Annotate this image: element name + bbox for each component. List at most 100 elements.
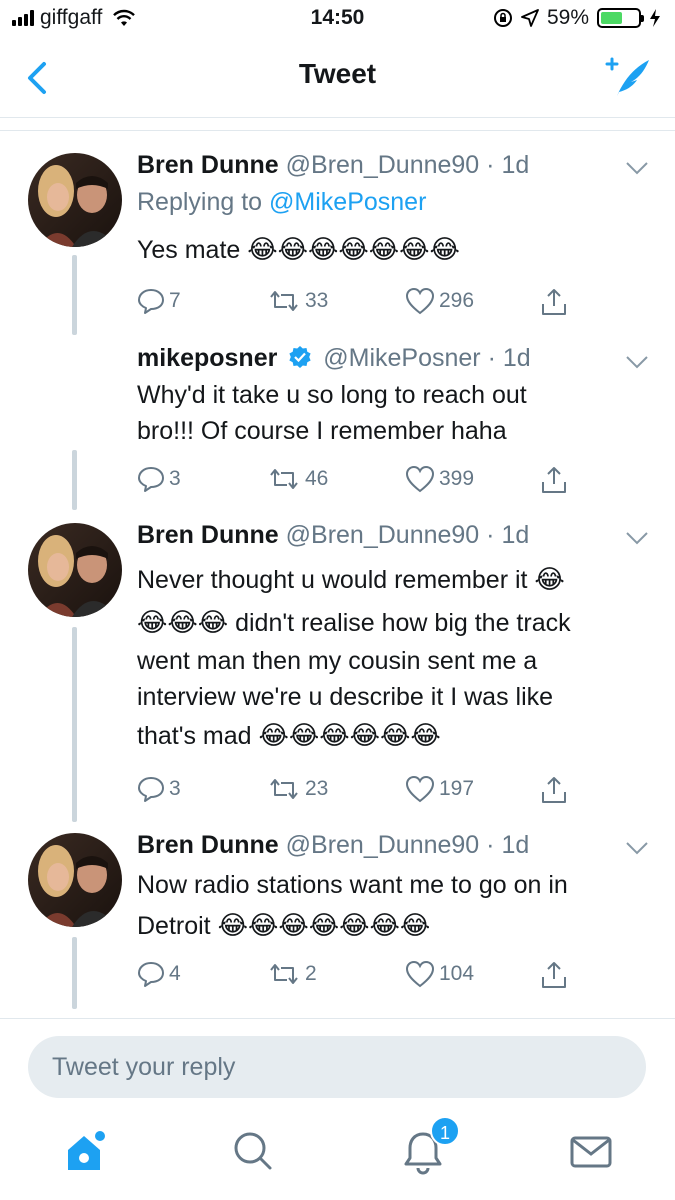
reply-count: 4 — [169, 962, 181, 985]
share-icon — [542, 467, 566, 493]
tweet-header: Bren Dunne @Bren_Dunne90 · 1d — [137, 151, 529, 180]
chevron-down-icon[interactable] — [625, 531, 649, 545]
like-button[interactable]: 399 — [405, 465, 474, 493]
replying-to: Replying to @MikePosner — [137, 188, 426, 217]
reply-icon — [138, 777, 164, 802]
tweet-header: Bren Dunne @Bren_Dunne90 · 1d — [137, 831, 529, 860]
divider — [0, 1018, 675, 1019]
battery-level — [601, 12, 623, 24]
avatar[interactable] — [28, 153, 122, 247]
retweet-count: 2 — [305, 962, 317, 985]
tweet-time: · 1d — [486, 521, 530, 549]
reply-icon — [138, 962, 164, 987]
like-button[interactable]: 104 — [405, 960, 474, 988]
user-handle[interactable]: @Bren_Dunne90 — [286, 831, 480, 859]
retweet-button[interactable]: 2 — [267, 960, 317, 988]
status-bar: giffgaff 14:50 59% — [0, 0, 675, 38]
tweet-actions: 3 46 399 — [137, 465, 577, 499]
tweet-text-line: didn't realise how big the track — [235, 609, 571, 637]
mention-link[interactable]: @MikePosner — [269, 188, 426, 216]
avatar[interactable] — [28, 833, 122, 927]
thread-line — [72, 937, 77, 1009]
retweet-count: 46 — [305, 467, 329, 490]
share-icon — [542, 777, 566, 803]
location-icon — [521, 9, 539, 27]
tweet-time: · 1d — [487, 344, 531, 372]
thread-line — [72, 450, 77, 510]
share-button[interactable] — [539, 465, 569, 495]
tweet-item[interactable]: Bren Dunne @Bren_Dunne90 · 1d Now radio … — [0, 825, 675, 1015]
display-name[interactable]: Bren Dunne — [137, 831, 279, 859]
user-handle[interactable]: @Bren_Dunne90 — [286, 151, 480, 179]
reply-button[interactable]: 3 — [137, 465, 181, 493]
tab-bar: 1 — [0, 1112, 675, 1200]
tweet-text-line: Never thought u would remember it — [137, 566, 528, 594]
user-handle[interactable]: @Bren_Dunne90 — [286, 521, 480, 549]
replying-prefix: Replying to — [137, 188, 263, 216]
retweet-icon — [270, 291, 298, 311]
reply-icon — [138, 289, 164, 314]
display-name[interactable]: mikeposner — [137, 344, 277, 372]
home-icon — [68, 1131, 105, 1170]
share-button[interactable] — [539, 775, 569, 805]
tweet-actions: 7 33 296 — [137, 287, 577, 321]
avatar[interactable] — [28, 523, 122, 617]
retweet-icon — [270, 779, 298, 799]
tweet-text-line: interview we're u describe it I was like — [137, 683, 554, 711]
emoji-laughing: 😂😂😂😂😂😂 — [258, 720, 441, 750]
emoji-laughing: 😂😂😂😂😂😂😂 — [217, 910, 431, 940]
heart-icon — [405, 960, 435, 988]
navigation-bar: Tweet — [0, 38, 675, 118]
retweet-button[interactable]: 33 — [267, 287, 328, 315]
like-count: 197 — [439, 777, 475, 800]
like-button[interactable]: 197 — [405, 775, 474, 803]
tweet-item[interactable]: Bren Dunne @Bren_Dunne90 · 1d Never thou… — [0, 515, 675, 825]
compose-tweet-icon[interactable] — [603, 54, 653, 100]
tab-home[interactable] — [60, 1126, 110, 1176]
like-button[interactable]: 296 — [405, 287, 474, 315]
share-button[interactable] — [539, 287, 569, 317]
tweet-text-content: Yes mate — [137, 236, 241, 264]
reply-button[interactable]: 4 — [137, 960, 181, 988]
display-name[interactable]: Bren Dunne — [137, 521, 279, 549]
battery-icon — [597, 8, 644, 28]
emoji-laughing: 😂😂😂 — [137, 607, 229, 637]
tweet-text: Yes mate 😂😂😂😂😂😂😂 — [137, 231, 657, 268]
like-count: 399 — [439, 467, 475, 490]
retweet-count: 33 — [305, 289, 329, 312]
retweet-icon — [270, 964, 298, 984]
tweet-item[interactable]: mikeposner @MikePosner · 1d Why'd it tak… — [0, 335, 675, 515]
search-icon — [234, 1132, 272, 1170]
display-name[interactable]: Bren Dunne — [137, 151, 279, 179]
tweet-item[interactable]: Bren Dunne @Bren_Dunne90 · 1d Replying t… — [0, 145, 675, 335]
heart-icon — [405, 775, 435, 803]
tweet-header: mikeposner @MikePosner · 1d — [137, 344, 531, 373]
share-button[interactable] — [539, 960, 569, 990]
retweet-button[interactable]: 23 — [267, 775, 328, 803]
chevron-down-icon[interactable] — [625, 841, 649, 855]
reply-input[interactable]: Tweet your reply — [28, 1036, 646, 1098]
messages-icon — [570, 1136, 612, 1168]
chevron-down-icon[interactable] — [625, 161, 649, 175]
emoji-laughing: 😂 — [534, 564, 565, 594]
reply-button[interactable]: 7 — [137, 287, 181, 315]
tab-search[interactable] — [228, 1126, 278, 1176]
reply-icon — [138, 467, 164, 492]
tweet-text: Now radio stations want me to go on in D… — [137, 865, 662, 946]
tweet-text-line: went man then my cousin sent me a — [137, 647, 538, 675]
like-count: 104 — [439, 962, 475, 985]
emoji-laughing: 😂😂😂😂😂😂😂 — [247, 234, 460, 264]
user-handle[interactable]: @MikePosner — [323, 344, 480, 372]
tab-messages[interactable] — [566, 1126, 616, 1176]
tweet-text-line: Now radio stations want me to go on in — [137, 871, 568, 899]
tab-notifications[interactable]: 1 — [398, 1116, 460, 1176]
divider — [0, 130, 675, 131]
tweet-text-line: that's mad — [137, 722, 252, 750]
thread-line — [72, 255, 77, 335]
reply-button[interactable]: 3 — [137, 775, 181, 803]
chevron-down-icon[interactable] — [625, 355, 649, 369]
rotation-lock-icon — [493, 9, 512, 27]
tweet-text-line: Why'd it take u so long to reach out — [137, 381, 527, 409]
retweet-button[interactable]: 46 — [267, 465, 328, 493]
share-icon — [542, 962, 566, 988]
